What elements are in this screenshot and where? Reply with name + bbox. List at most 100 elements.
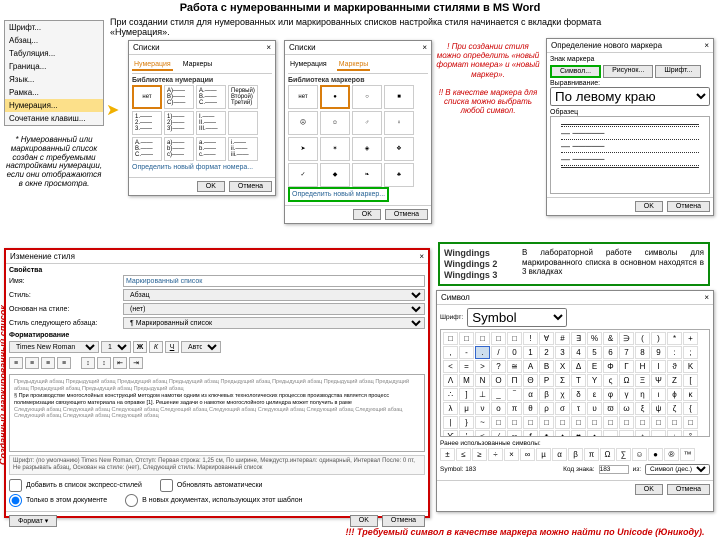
marker-cell[interactable]: ♀	[384, 111, 414, 135]
marker-cell[interactable]: ☹	[288, 111, 318, 135]
recent-symbol-cell[interactable]: β	[568, 448, 583, 461]
align-right-button[interactable]: ≡	[41, 357, 55, 369]
symbol-cell[interactable]: Κ	[683, 360, 698, 373]
symbol-cell[interactable]: □	[667, 416, 682, 429]
symbol-cell[interactable]: □	[507, 416, 522, 429]
symbol-cell[interactable]: Ν	[475, 374, 490, 387]
symbol-cell[interactable]: □	[587, 416, 602, 429]
symbol-cell[interactable]: χ	[555, 388, 570, 401]
recent-symbol-cell[interactable]: ∑	[616, 448, 631, 461]
num-cell[interactable]: i.——ii.——iii.——	[228, 137, 258, 161]
spacing-button[interactable]: ↕	[81, 357, 95, 369]
symbol-cell[interactable]: υ	[587, 402, 602, 415]
recent-symbol-cell[interactable]: α	[552, 448, 567, 461]
symbol-cell[interactable]: 2	[539, 346, 554, 359]
bold-button[interactable]: Ж	[133, 341, 147, 353]
symbol-cell[interactable]: ο	[491, 402, 506, 415]
cancel-button[interactable]: Отмена	[385, 209, 428, 220]
symbol-cell[interactable]: ?	[491, 360, 506, 373]
symbol-cell[interactable]: _	[491, 388, 506, 401]
symbol-cell[interactable]: ω	[619, 402, 634, 415]
symbol-cell[interactable]: Α	[523, 360, 538, 373]
recent-symbol-cell[interactable]: ®	[664, 448, 679, 461]
symbol-cell[interactable]: ≤	[475, 430, 490, 437]
cancel-button[interactable]: Отмена	[667, 484, 710, 495]
symbol-cell[interactable]: Ε	[587, 360, 602, 373]
symbol-cell[interactable]: ♠	[587, 430, 602, 437]
symbol-cell[interactable]: [	[683, 374, 698, 387]
symbol-cell[interactable]: ⊥	[475, 388, 490, 401]
symbol-cell[interactable]: /	[491, 346, 506, 359]
symbol-cell[interactable]: □	[475, 332, 490, 345]
recent-symbol-cell[interactable]: ÷	[488, 448, 503, 461]
symbol-cell[interactable]: 7	[619, 346, 634, 359]
symbol-cell[interactable]: □	[491, 332, 506, 345]
num-cell[interactable]: a)——b)——c)——	[164, 137, 194, 161]
symbol-cell[interactable]: ϖ	[603, 402, 618, 415]
close-icon[interactable]: ×	[422, 43, 427, 52]
align-justify-button[interactable]: ≡	[57, 357, 71, 369]
symbol-cell[interactable]: Π	[507, 374, 522, 387]
symbol-cell[interactable]: 5	[587, 346, 602, 359]
symbol-cell[interactable]: ′	[459, 430, 474, 437]
symbol-cell[interactable]: Ξ	[635, 374, 650, 387]
symbol-cell[interactable]: ♣	[539, 430, 554, 437]
symbol-cell[interactable]: η	[635, 388, 650, 401]
symbol-cell[interactable]: ♥	[571, 430, 586, 437]
symbol-cell[interactable]: ψ	[651, 402, 666, 415]
recent-symbol-cell[interactable]: ∞	[520, 448, 535, 461]
symbol-cell[interactable]: <	[443, 360, 458, 373]
symbol-cell[interactable]: Β	[539, 360, 554, 373]
symbol-cell[interactable]: :	[667, 346, 682, 359]
symbol-cell[interactable]: )	[651, 332, 666, 345]
symbol-cell[interactable]: Τ	[571, 374, 586, 387]
symbol-cell[interactable]: |	[443, 416, 458, 429]
symbol-cell[interactable]: ς	[603, 374, 618, 387]
symbol-cell[interactable]: ϒ	[443, 430, 458, 437]
symbol-cell[interactable]: ∞	[507, 430, 522, 437]
marker-cell[interactable]: ❖	[384, 137, 414, 161]
close-icon[interactable]: ×	[704, 41, 709, 50]
marker-cell[interactable]: ❧	[352, 163, 382, 187]
num-cell[interactable]: A.——B.——C.——	[196, 85, 226, 109]
underline-button[interactable]: Ч	[165, 341, 179, 353]
marker-cell[interactable]: нет	[288, 85, 318, 109]
symbol-cell[interactable]: Χ	[555, 360, 570, 373]
symbol-cell[interactable]: ∋	[619, 332, 634, 345]
symbol-cell[interactable]: °	[683, 430, 698, 437]
symbol-cell[interactable]: Υ	[587, 374, 602, 387]
code-input[interactable]	[599, 465, 629, 474]
symbol-cell[interactable]: Ψ	[651, 374, 666, 387]
symbol-cell[interactable]: 4	[571, 346, 586, 359]
symbol-cell[interactable]: □	[459, 332, 474, 345]
auto-update-checkbox[interactable]	[160, 479, 173, 492]
symbol-cell[interactable]: -	[459, 346, 474, 359]
symbol-cell[interactable]: ≅	[507, 360, 522, 373]
tab-markers[interactable]: Маркеры	[181, 60, 215, 71]
indent-inc-button[interactable]: ⇥	[129, 357, 143, 369]
symbol-cell[interactable]: >	[475, 360, 490, 373]
spacing-button[interactable]: ↕	[97, 357, 111, 369]
symbol-cell[interactable]: ←	[619, 430, 634, 437]
recent-symbol-cell[interactable]: ×	[504, 448, 519, 461]
num-cell[interactable]	[228, 111, 258, 135]
marker-cell[interactable]: ➤	[288, 137, 318, 161]
recent-symbol-cell[interactable]: ●	[648, 448, 663, 461]
symbol-cell[interactable]: =	[459, 360, 474, 373]
tab-numbering[interactable]: Нумерация	[288, 60, 329, 71]
symbol-cell[interactable]: ∴	[443, 388, 458, 401]
add-express-checkbox[interactable]	[9, 479, 22, 492]
symbol-cell[interactable]: Θ	[523, 374, 538, 387]
menu-item-language[interactable]: Язык...	[5, 73, 103, 86]
symbol-cell[interactable]: ν	[475, 402, 490, 415]
menu-item-frame[interactable]: Рамка...	[5, 86, 103, 99]
style-name-input[interactable]	[123, 275, 425, 287]
symbol-cell[interactable]: μ	[459, 402, 474, 415]
recent-symbol-cell[interactable]: ™	[680, 448, 695, 461]
symbol-cell[interactable]: π	[507, 402, 522, 415]
symbol-cell[interactable]: τ	[571, 402, 586, 415]
symbol-cell[interactable]: ρ	[539, 402, 554, 415]
symbol-cell[interactable]: ξ	[635, 402, 650, 415]
symbol-cell[interactable]: ‾	[507, 388, 522, 401]
symbol-cell[interactable]: 6	[603, 346, 618, 359]
